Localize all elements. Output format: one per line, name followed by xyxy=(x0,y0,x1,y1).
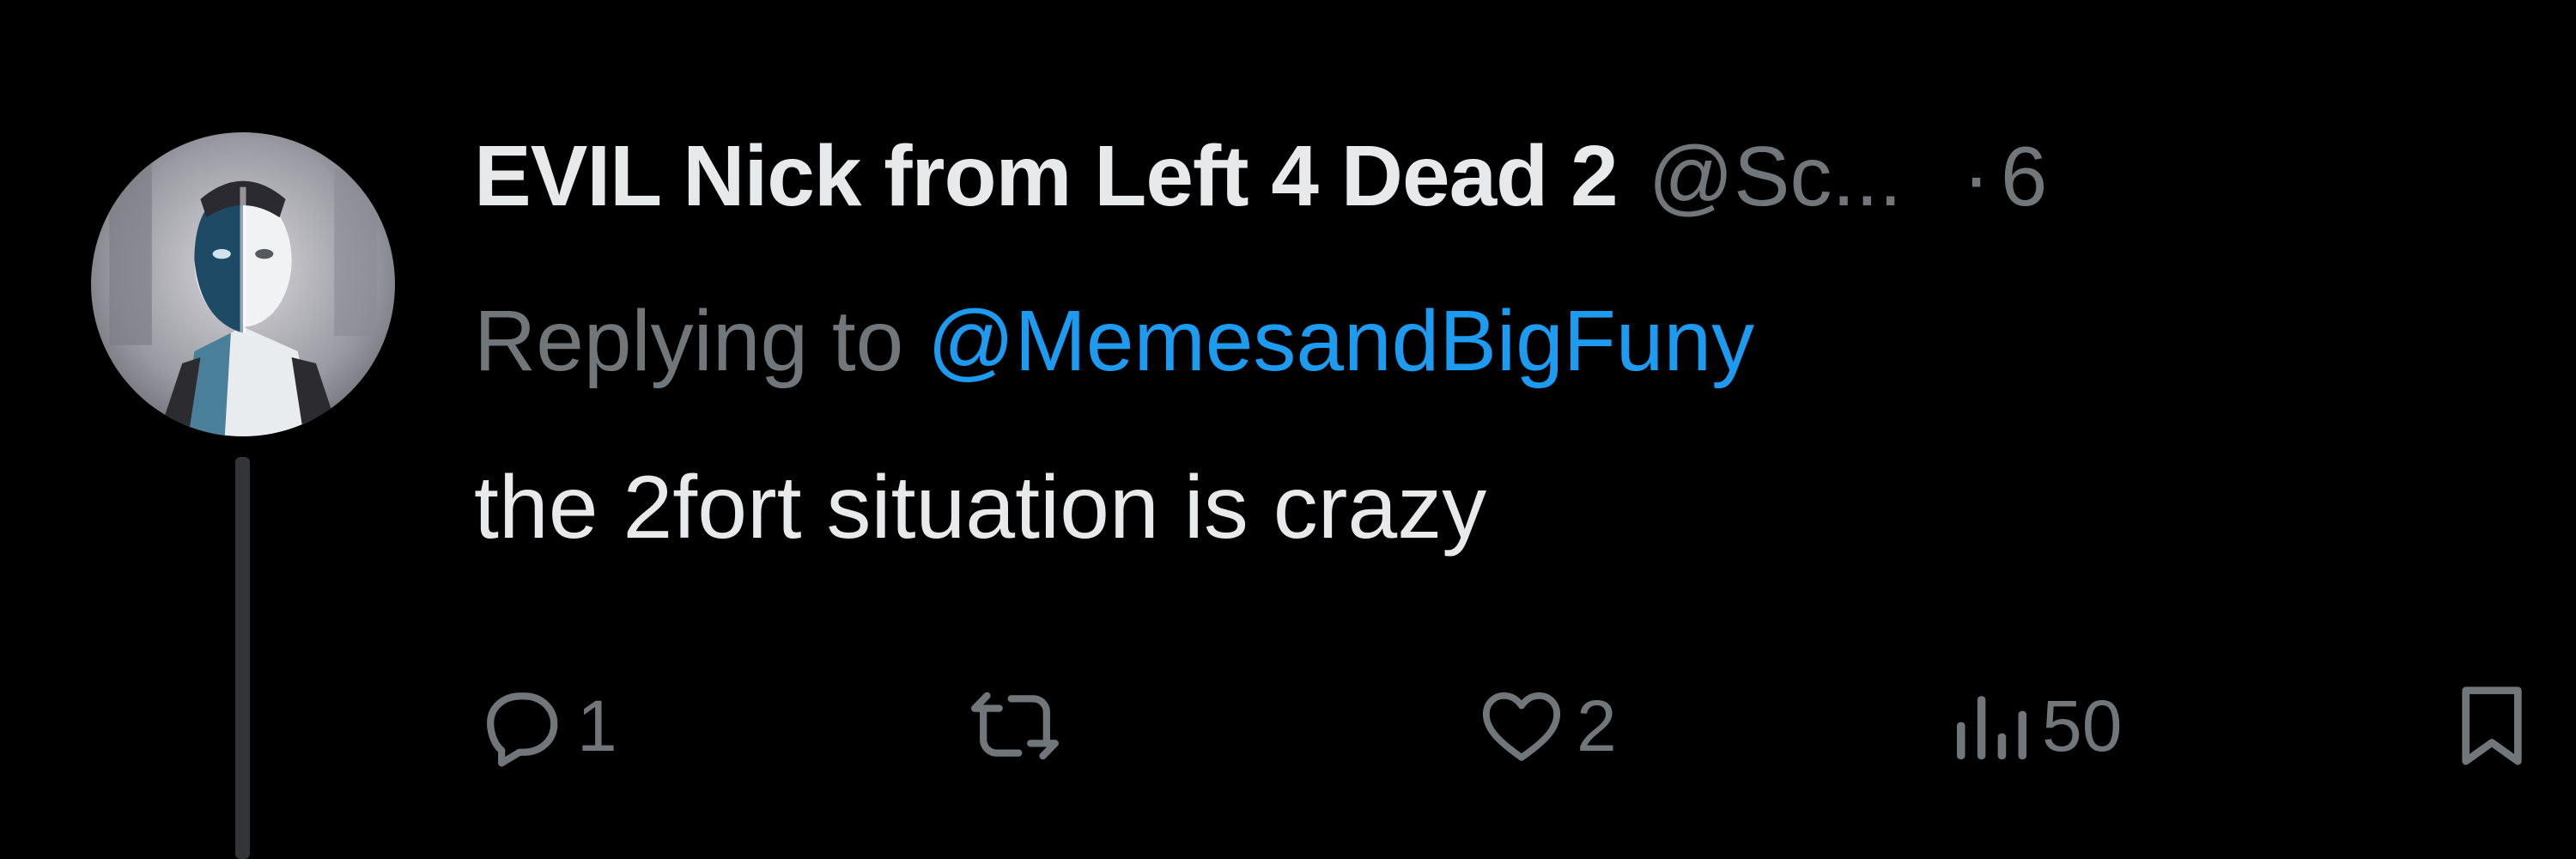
tweet-header: EVIL Nick from Left 4 Dead 2 @Sc... · 6 xyxy=(474,127,2047,230)
like-button[interactable]: 2 xyxy=(1477,679,1617,773)
views-button[interactable]: 50 xyxy=(1949,679,2122,773)
user-handle[interactable]: @Sc... xyxy=(1649,128,1903,225)
action-bar: 1 2 50 xyxy=(0,679,2576,773)
retweet-button[interactable] xyxy=(970,679,1070,773)
timestamp[interactable]: 6 xyxy=(2001,128,2048,225)
heart-icon xyxy=(1482,692,1561,761)
replying-to-line: Replying to @MemesandBigFuny xyxy=(474,292,1754,391)
separator-dot: · xyxy=(1962,129,1990,223)
replying-to-label: Replying to xyxy=(474,293,928,389)
tweet-text: the 2fort situation is crazy xyxy=(474,458,1487,557)
thread-line xyxy=(235,457,250,859)
tweet: EVIL Nick from Left 4 Dead 2 @Sc... · 6 … xyxy=(0,0,2576,859)
avatar-image xyxy=(91,132,395,436)
retweet-icon xyxy=(971,691,1059,760)
replying-to-mention[interactable]: @MemesandBigFuny xyxy=(927,293,1754,389)
display-name[interactable]: EVIL Nick from Left 4 Dead 2 xyxy=(474,127,1619,226)
view-count: 50 xyxy=(2042,685,2123,766)
avatar[interactable] xyxy=(91,132,395,436)
like-count: 2 xyxy=(1577,685,1617,766)
views-icon xyxy=(1957,696,2027,759)
bookmark-icon xyxy=(2462,686,2522,765)
bookmark-button[interactable] xyxy=(2447,679,2537,773)
reply-count: 1 xyxy=(577,685,617,766)
reply-button[interactable]: 1 xyxy=(477,679,617,773)
reply-icon xyxy=(487,692,558,767)
